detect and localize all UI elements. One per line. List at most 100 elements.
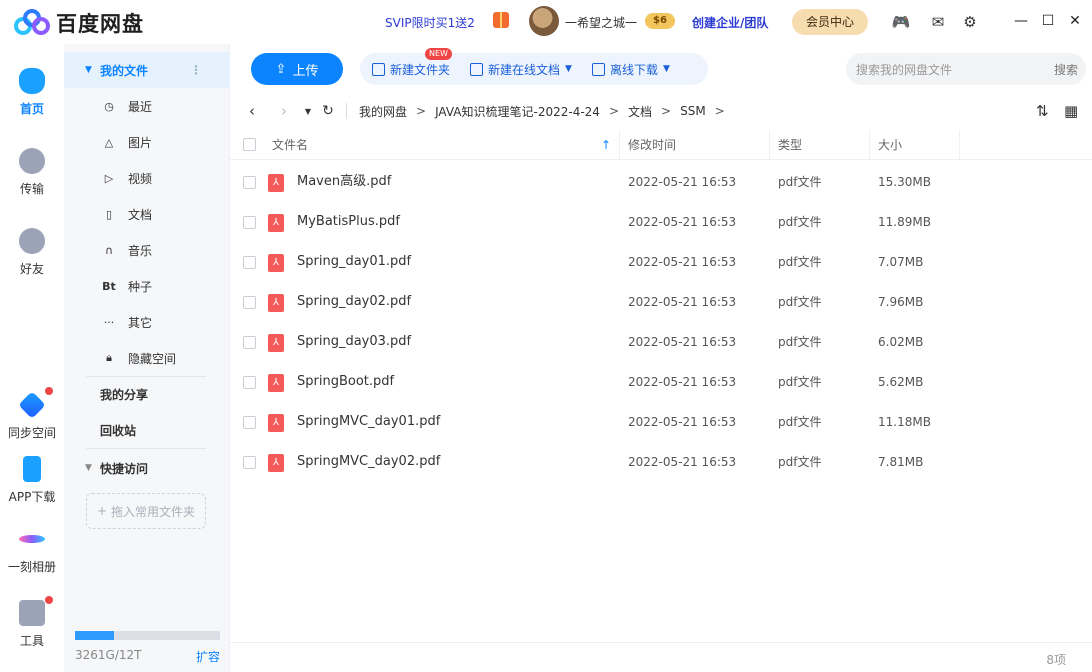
table-row[interactable]: ⅄ SpringMVC_day02.pdf 2022-05-21 16:53 p… xyxy=(230,442,1092,482)
grid-view-icon[interactable]: ▦ xyxy=(1064,102,1078,120)
sidebar-item-videos[interactable]: ▷ 视频 xyxy=(64,160,230,196)
row-checkbox[interactable] xyxy=(243,336,256,349)
username[interactable]: 一希望之城一 xyxy=(565,14,637,31)
file-name[interactable]: Maven高级.pdf xyxy=(297,162,391,202)
breadcrumb-separator: > xyxy=(608,104,619,118)
file-name[interactable]: Spring_day03.pdf xyxy=(297,322,411,362)
table-row[interactable]: ⅄ Spring_day02.pdf 2022-05-21 16:53 pdf文… xyxy=(230,282,1092,322)
file-name[interactable]: SpringBoot.pdf xyxy=(297,362,394,402)
table-row[interactable]: ⅄ SpringBoot.pdf 2022-05-21 16:53 pdf文件 … xyxy=(230,362,1092,402)
file-name[interactable]: SpringMVC_day01.pdf xyxy=(297,402,440,442)
sidebar-item-label: 回收站 xyxy=(100,423,137,438)
select-all-checkbox[interactable] xyxy=(243,138,256,151)
rail-item-friends[interactable]: 好友 xyxy=(0,228,64,277)
table-row[interactable]: ⅄ Spring_day03.pdf 2022-05-21 16:53 pdf文… xyxy=(230,322,1092,362)
file-type: pdf文件 xyxy=(778,215,822,229)
sidebar-item-label: 快捷访问 xyxy=(100,461,149,476)
game-icon[interactable]: 🎮 xyxy=(892,13,911,31)
breadcrumb-item[interactable]: 文档 xyxy=(628,103,652,120)
sidebar-item-label: 视频 xyxy=(128,171,153,186)
row-checkbox[interactable] xyxy=(243,416,256,429)
sidebar-item-torrents[interactable]: Bt 种子 xyxy=(64,268,230,304)
table-row[interactable]: ⅄ Maven高级.pdf 2022-05-21 16:53 pdf文件 15.… xyxy=(230,162,1092,202)
upload-button[interactable]: ⇪ 上传 xyxy=(251,53,343,85)
svip-promo-link[interactable]: SVIP限时买1送2 xyxy=(385,14,475,31)
row-checkbox[interactable] xyxy=(243,216,256,229)
sidebar-item-quick-access[interactable]: ▼ 快捷访问 xyxy=(64,450,230,486)
avatar[interactable] xyxy=(529,6,559,36)
rail-item-sync[interactable]: 同步空间 xyxy=(0,391,64,441)
row-checkbox[interactable] xyxy=(243,296,256,309)
rail-item-home[interactable]: 首页 xyxy=(0,68,64,117)
row-checkbox[interactable] xyxy=(243,176,256,189)
row-checkbox[interactable] xyxy=(243,376,256,389)
new-folder-button[interactable]: 新建文件夹 xyxy=(372,61,450,78)
rail-item-label: 同步空间 xyxy=(7,426,56,440)
maximize-icon[interactable]: ☐ xyxy=(1039,12,1057,30)
file-type: pdf文件 xyxy=(778,295,822,309)
back-icon[interactable]: ‹ xyxy=(242,102,262,120)
sidebar-item-hidden-space[interactable]: 🔒︎ 隐藏空间 xyxy=(64,340,230,376)
breadcrumb-item[interactable]: SSM xyxy=(680,104,706,118)
sidebar-item-music[interactable]: ∩ 音乐 xyxy=(64,232,230,268)
new-folder-label: 新建文件夹 xyxy=(390,62,451,77)
file-size: 11.89MB xyxy=(878,215,931,229)
column-header-modified[interactable]: 修改时间 xyxy=(620,130,770,160)
column-header-type[interactable]: 类型 xyxy=(770,130,870,160)
file-name[interactable]: Spring_day01.pdf xyxy=(297,242,411,282)
file-modified-time: 2022-05-21 16:53 xyxy=(628,335,737,349)
sidebar-item-recycle-bin[interactable]: 回收站 xyxy=(64,412,230,448)
file-size: 7.96MB xyxy=(878,295,924,309)
sidebar-item-other[interactable]: ··· 其它 xyxy=(64,304,230,340)
file-type: pdf文件 xyxy=(778,335,822,349)
minimize-icon[interactable]: — xyxy=(1012,12,1030,30)
create-enterprise-link[interactable]: 创建企业/团队 xyxy=(692,14,768,31)
rail-item-tools[interactable]: 工具 xyxy=(0,600,64,649)
search-button[interactable]: 搜索 xyxy=(1054,61,1078,78)
new-online-doc-button[interactable]: 新建在线文档 ▼ xyxy=(470,61,572,78)
sidebar-item-images[interactable]: △ 图片 xyxy=(64,124,230,160)
breadcrumb-separator: > xyxy=(661,104,672,118)
more-vertical-icon[interactable]: ⋮ xyxy=(190,63,202,77)
gift-icon[interactable] xyxy=(493,12,509,28)
new-badge: NEW xyxy=(425,48,452,60)
mail-icon[interactable]: ✉ xyxy=(929,13,947,31)
forward-icon[interactable]: › xyxy=(274,102,294,120)
row-checkbox[interactable] xyxy=(243,256,256,269)
file-name[interactable]: SpringMVC_day02.pdf xyxy=(297,442,440,482)
expand-storage-link[interactable]: 扩容 xyxy=(196,648,220,665)
table-row[interactable]: ⅄ SpringMVC_day01.pdf 2022-05-21 16:53 p… xyxy=(230,402,1092,442)
close-icon[interactable]: ✕ xyxy=(1066,12,1084,30)
refresh-icon[interactable]: ↻ xyxy=(318,103,338,119)
sidebar-item-my-files[interactable]: ▼ 我的文件 ⋮ xyxy=(64,52,230,88)
sidebar-item-my-share[interactable]: 我的分享 xyxy=(64,376,230,412)
sidebar-item-label: 我的文件 xyxy=(100,63,149,78)
settings-icon[interactable]: ⚙ xyxy=(961,13,979,31)
history-dropdown-icon[interactable]: ▼ xyxy=(298,107,318,116)
pdf-file-icon: ⅄ xyxy=(268,414,284,432)
upload-icon: ⇪ xyxy=(275,61,287,77)
table-row[interactable]: ⅄ Spring_day01.pdf 2022-05-21 16:53 pdf文… xyxy=(230,242,1092,282)
column-header-size[interactable]: 大小 xyxy=(870,130,960,160)
rail-item-label: 工具 xyxy=(19,634,44,648)
file-name[interactable]: Spring_day02.pdf xyxy=(297,282,411,322)
column-header-name[interactable]: 文件名 ↑ xyxy=(264,130,620,160)
sidebar-item-documents[interactable]: ▯ 文档 xyxy=(64,196,230,232)
rail-item-app-download[interactable]: APP下载 xyxy=(0,456,64,505)
breadcrumb-item[interactable]: 我的网盘 xyxy=(359,103,407,120)
cloud-icon xyxy=(19,68,45,94)
member-center-button[interactable]: 会员中心 xyxy=(792,9,868,35)
divider xyxy=(86,448,206,449)
sort-icon[interactable]: ⇅ xyxy=(1036,102,1049,120)
rail-item-transfer[interactable]: 传输 xyxy=(0,148,64,197)
table-row[interactable]: ⅄ MyBatisPlus.pdf 2022-05-21 16:53 pdf文件… xyxy=(230,202,1092,242)
sidebar-item-label: 种子 xyxy=(128,279,153,294)
add-favorite-folder-dropzone[interactable]: + 拖入常用文件夹 xyxy=(86,493,206,529)
row-checkbox[interactable] xyxy=(243,456,256,469)
breadcrumb-item[interactable]: JAVA知识梳理笔记-2022-4-24 xyxy=(435,103,600,120)
rail-item-album[interactable]: 一刻相册 xyxy=(0,526,64,575)
search-input[interactable]: 搜索我的网盘文件 搜索 xyxy=(846,53,1086,85)
offline-download-button[interactable]: 离线下载 ▼ xyxy=(591,61,670,78)
sidebar-item-recent[interactable]: ◷ 最近 xyxy=(64,88,230,124)
file-name[interactable]: MyBatisPlus.pdf xyxy=(297,202,400,242)
